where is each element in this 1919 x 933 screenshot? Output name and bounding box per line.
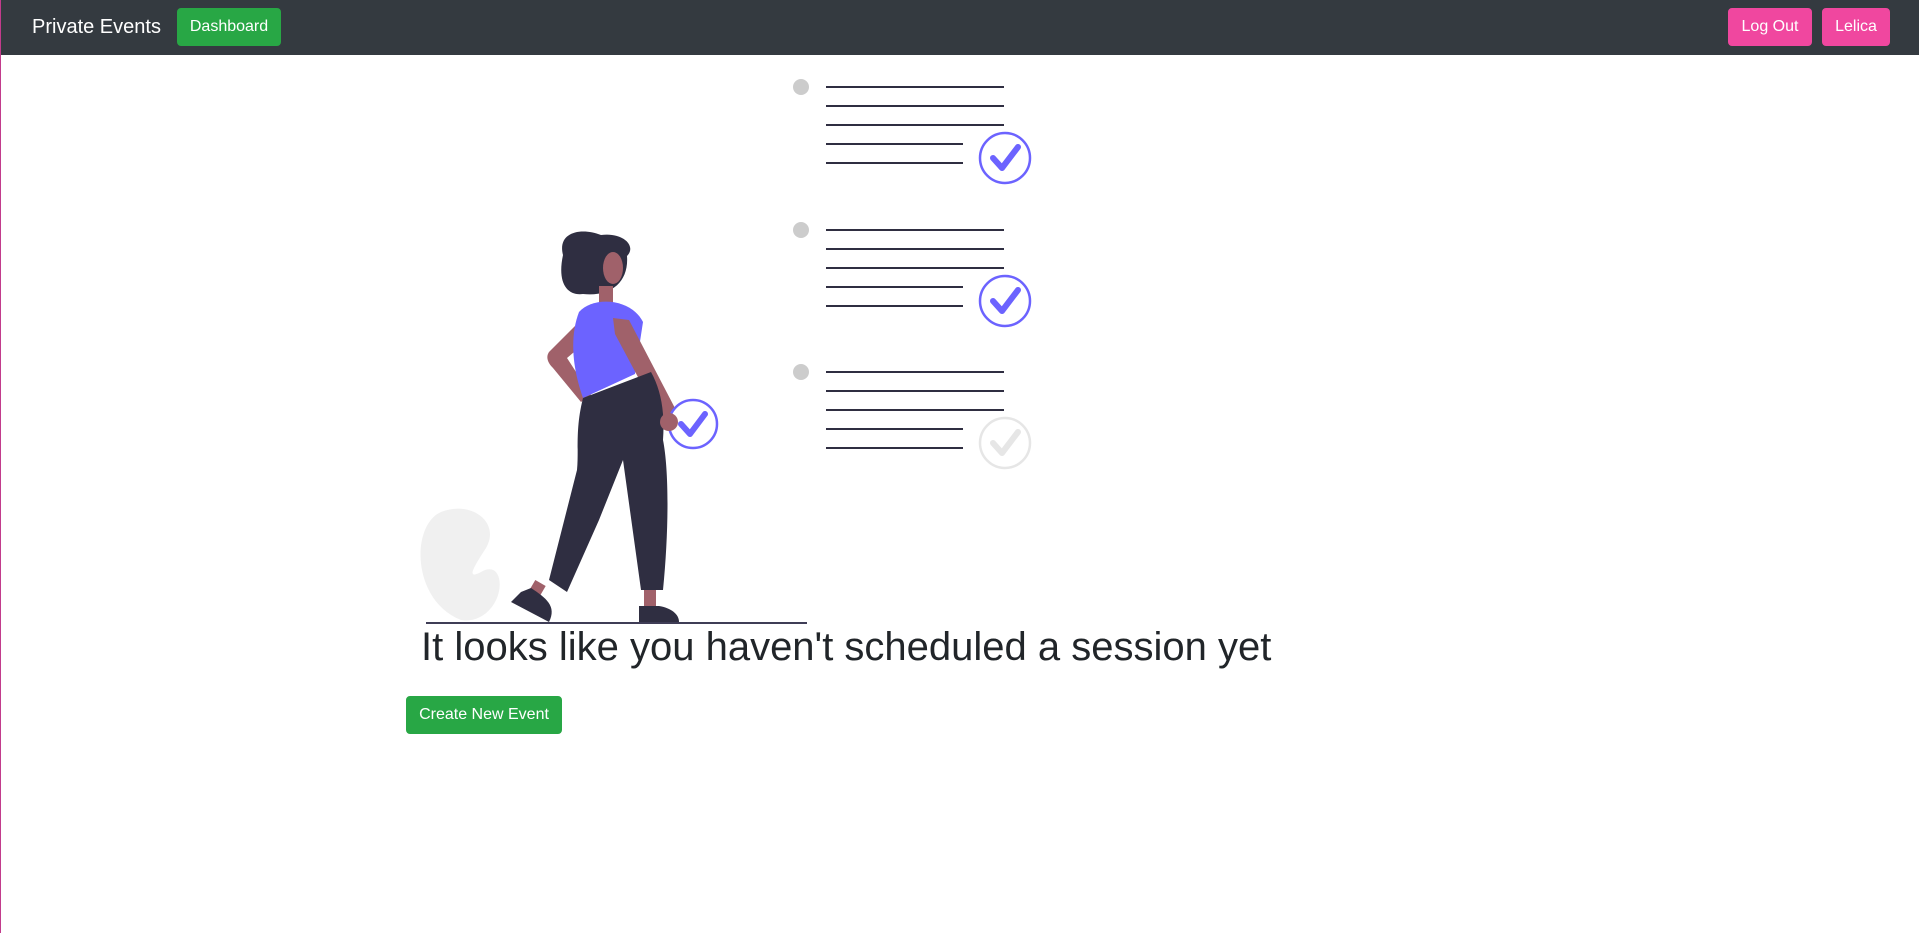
check-circle-icon	[978, 416, 1032, 470]
checklist-item	[793, 79, 1032, 185]
user-button[interactable]: Lelica	[1822, 8, 1890, 46]
checklist-illustration	[793, 79, 1032, 470]
woman-figure	[511, 231, 679, 622]
check-circle-icon	[978, 131, 1032, 185]
logout-button[interactable]: Log Out	[1728, 8, 1812, 46]
empty-state-message: It looks like you haven't scheduled a se…	[421, 625, 1272, 669]
check-circle-icon	[978, 274, 1032, 328]
dashboard-button[interactable]: Dashboard	[177, 8, 281, 46]
checklist-item	[793, 364, 1032, 470]
empty-state-illustration	[420, 79, 1032, 624]
brand-link[interactable]: Private Events	[32, 14, 161, 40]
checklist-item	[793, 222, 1032, 328]
plant-leaf-icon	[420, 508, 500, 621]
create-new-event-button[interactable]: Create New Event	[406, 696, 562, 734]
navbar: Private Events Dashboard Log Out Lelica	[1, 0, 1919, 55]
